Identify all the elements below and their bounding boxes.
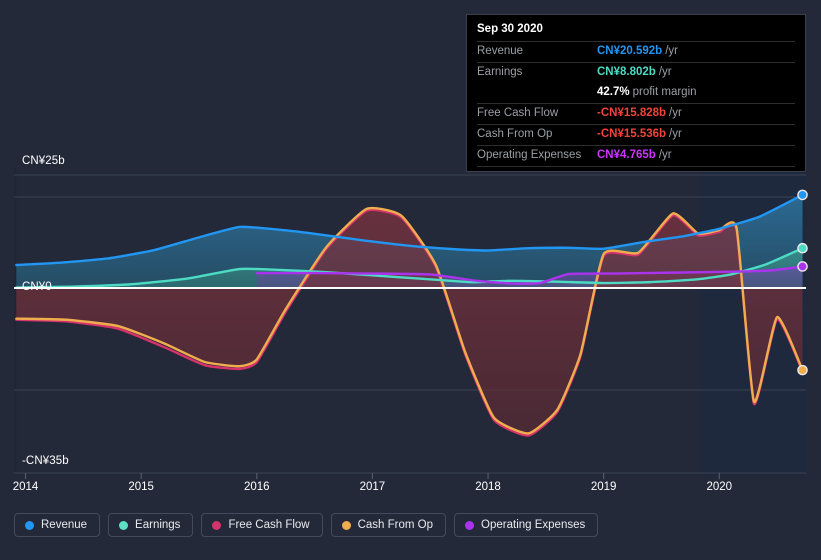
legend-color-dot-icon <box>212 520 222 530</box>
tooltip-row-value: 42.7% profit margin <box>597 86 697 98</box>
tooltip-row-value: CN¥4.765b/yr <box>597 149 672 161</box>
tooltip-row: Free Cash Flow -CN¥15.828b/yr <box>477 103 795 124</box>
x-axis-tick-2019: 2019 <box>590 481 617 493</box>
tooltip-row: Revenue CN¥20.592b/yr <box>477 41 795 62</box>
tooltip-row-value: CN¥20.592b/yr <box>597 45 678 57</box>
tooltip-row-unit: /yr <box>669 107 682 119</box>
tooltip-row-label: Operating Expenses <box>477 149 582 161</box>
tooltip-rows: Revenue CN¥20.592b/yr Earnings CN¥8.802b/yr… <box>477 41 795 166</box>
x-axis-tick-2015: 2015 <box>128 481 154 493</box>
tooltip-row-value: CN¥8.802b/yr <box>597 66 672 78</box>
tooltip-row-unit: /yr <box>669 128 682 140</box>
tooltip-row-value: -CN¥15.828b/yr <box>597 107 682 119</box>
tooltip-title: Sep 30 2020 <box>477 23 543 35</box>
tooltip-row: Cash From Op -CN¥15.536b/yr <box>477 124 795 145</box>
tooltip-row-unit: profit margin <box>632 86 697 98</box>
tooltip-row-label: Revenue <box>477 45 524 57</box>
legend-item-label: Operating Expenses <box>481 519 586 531</box>
legend-item-revenue[interactable]: Revenue <box>14 513 101 537</box>
legend-item-operating-expenses[interactable]: Operating Expenses <box>454 513 599 537</box>
tooltip-row-label: Free Cash Flow <box>477 107 559 119</box>
chart-legend: Revenue Earnings Free Cash Flow Cash From O… <box>14 513 599 537</box>
tooltip-row-unit: /yr <box>658 66 672 78</box>
tooltip-row-unit: /yr <box>665 45 678 57</box>
x-axis-tick-2020: 2020 <box>706 481 733 493</box>
legend-item-label: Revenue <box>41 519 88 531</box>
chart-tooltip: Sep 30 2020 Revenue CN¥20.592b/yr Earnings… <box>466 14 806 172</box>
tooltip-row-label: Earnings <box>477 66 523 78</box>
legend-color-dot-icon <box>119 520 129 530</box>
x-axis-tick-2014: 2014 <box>12 481 39 493</box>
legend-color-dot-icon <box>465 520 475 530</box>
legend-item-cash-from-op[interactable]: Cash From Op <box>330 513 447 537</box>
legend-item-label: Cash From Op <box>357 519 434 531</box>
tooltip-row-value: -CN¥15.536b/yr <box>597 128 682 140</box>
tooltip-row-label: Cash From Op <box>477 128 553 140</box>
financial-chart: CN¥25b CN¥0 -CN¥35b 2014 2015 2016 2017 2018… <box>0 0 821 560</box>
tooltip-row: 42.7% profit margin <box>477 83 795 103</box>
legend-item-label: Free Cash Flow <box>228 519 310 531</box>
legend-item-label: Earnings <box>135 519 181 531</box>
x-axis-tick-2018: 2018 <box>475 481 501 493</box>
legend-item-earnings[interactable]: Earnings <box>108 513 194 537</box>
x-axis-tick-2016: 2016 <box>244 481 270 493</box>
tooltip-row: Operating Expenses CN¥4.765b/yr <box>477 145 795 166</box>
tooltip-row: Earnings CN¥8.802b/yr <box>477 62 795 83</box>
tooltip-row-unit: /yr <box>658 149 672 161</box>
tooltip-bottom-rule <box>477 166 795 167</box>
legend-color-dot-icon <box>25 520 34 530</box>
legend-color-dot-icon <box>341 520 351 530</box>
legend-item-free-cash-flow[interactable]: Free Cash Flow <box>201 513 323 537</box>
x-axis-tick-2017: 2017 <box>359 481 386 493</box>
